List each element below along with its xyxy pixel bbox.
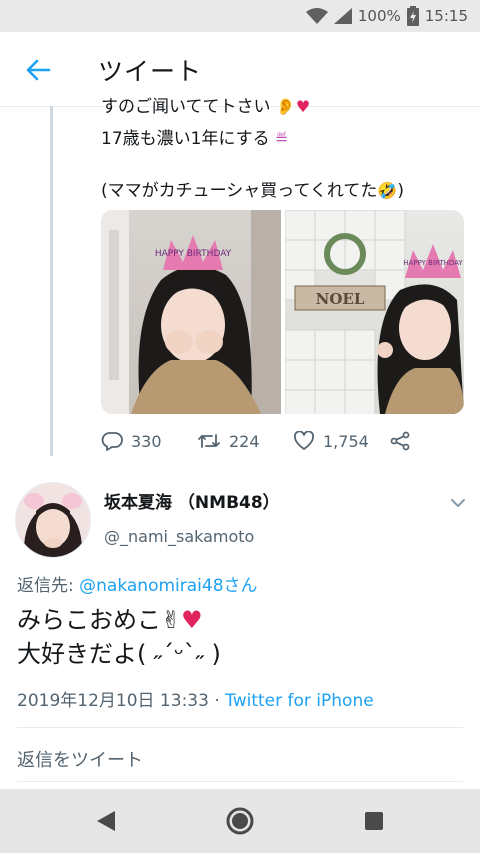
nav-recents-button[interactable] xyxy=(356,803,392,839)
thread-connector xyxy=(50,106,53,456)
page-title: ツイート xyxy=(98,57,203,86)
previous-tweet-text: すのご闻いててトさい xyxy=(101,97,271,117)
battery-percent: 100% xyxy=(357,7,401,25)
avatar-image xyxy=(16,483,90,557)
reply-to-line: 返信先: @nakanomirai48さん xyxy=(17,571,258,596)
tweet-text-line-1: みらこおめこ✌♥ xyxy=(17,603,221,637)
tweet-actions: 330 224 1,754 xyxy=(101,424,461,458)
avatar[interactable] xyxy=(15,482,91,558)
signal-icon xyxy=(333,8,352,24)
retweet-count: 224 xyxy=(229,431,260,451)
nav-home-button[interactable] xyxy=(222,803,258,839)
status-bar: 100% 15:15 xyxy=(0,0,480,32)
reply-to-mention-link[interactable]: @nakanomirai48さん xyxy=(79,576,257,596)
display-name[interactable]: 坂本夏海 （NMB48） xyxy=(104,488,280,513)
arrow-left-icon xyxy=(26,59,51,81)
user-handle[interactable]: @_nami_sakamoto xyxy=(104,527,254,546)
heart-emoji-icon: ♥ xyxy=(295,97,311,116)
reply-count: 330 xyxy=(131,431,162,451)
like-button[interactable]: 1,754 xyxy=(293,431,389,451)
square-recents-icon xyxy=(365,812,383,830)
previous-tweet-line-3: (ママがカチューシャ買ってくれてた🤣) xyxy=(101,178,471,204)
tweet-source-link[interactable]: Twitter for iPhone xyxy=(225,691,374,711)
nav-back-button[interactable] xyxy=(88,803,124,839)
previous-tweet-text: (ママがカチューシャ買ってくれてた xyxy=(101,181,378,201)
reply-input[interactable]: 返信をツイート xyxy=(17,746,143,772)
reply-to-label: 返信先: xyxy=(17,576,80,596)
ear-emoji-icon: 👂 xyxy=(275,97,296,116)
photo-illustration: HAPPY BIRTHDAY xyxy=(101,210,281,414)
victory-hand-emoji-icon: ✌ xyxy=(161,606,182,634)
reply-icon xyxy=(101,432,123,451)
photo-sign-text: NOEL xyxy=(316,290,365,308)
photo-illustration: NOEL HAPPY BIRTHDAY xyxy=(285,210,464,414)
wifi-icon xyxy=(305,8,328,24)
share-button[interactable] xyxy=(389,431,411,451)
photo-banner-text: HAPPY BIRTHDAY xyxy=(155,249,232,259)
reply-button[interactable]: 330 xyxy=(101,431,197,451)
laughing-emoji-icon: 🤣 xyxy=(377,181,398,200)
retweet-icon xyxy=(198,434,220,448)
share-icon xyxy=(390,431,410,451)
photo-banner-text: HAPPY BIRTHDAY xyxy=(403,259,463,267)
previous-tweet-line-2: 17歳も濃い1年にする ≝ xyxy=(101,126,471,152)
tweet-text: みらこおめこ✌♥ 大好きだよ( ˶ˊᵕˋ˶ ) xyxy=(17,603,221,671)
battery-icon xyxy=(406,6,419,26)
tweet-photo-2[interactable]: NOEL HAPPY BIRTHDAY xyxy=(285,210,464,414)
system-navigation-bar xyxy=(0,789,480,853)
retweet-button[interactable]: 224 xyxy=(197,431,293,451)
clock: 15:15 xyxy=(424,7,468,25)
grin-emoji-icon: ≝ xyxy=(275,129,289,148)
tweet-text-line-2: 大好きだよ( ˶ˊᵕˋ˶ ) xyxy=(17,640,221,668)
like-count: 1,754 xyxy=(323,431,369,451)
divider xyxy=(17,727,463,728)
tweet-meta: 2019年12月10日 13:33 · Twitter for iPhone xyxy=(17,686,374,711)
triangle-back-icon xyxy=(97,811,115,831)
more-options-button[interactable] xyxy=(447,492,469,514)
previous-tweet-line-1: すのご闻いててトさい 👂♥ xyxy=(101,94,471,120)
status-icons: 100% 15:15 xyxy=(305,6,468,26)
back-button[interactable] xyxy=(22,54,54,86)
chevron-down-icon xyxy=(451,499,465,507)
tweet-timestamp: 2019年12月10日 13:33 · xyxy=(17,691,226,711)
divider xyxy=(17,781,463,782)
tweet-photo-1[interactable]: HAPPY BIRTHDAY xyxy=(101,210,281,414)
heart-emoji-icon: ♥ xyxy=(181,606,203,634)
previous-tweet-text: 17歳も濃い1年にする xyxy=(101,129,270,149)
circle-home-icon xyxy=(226,807,254,835)
tweet-text-content: みらこおめこ xyxy=(17,606,161,634)
heart-icon xyxy=(294,431,314,450)
